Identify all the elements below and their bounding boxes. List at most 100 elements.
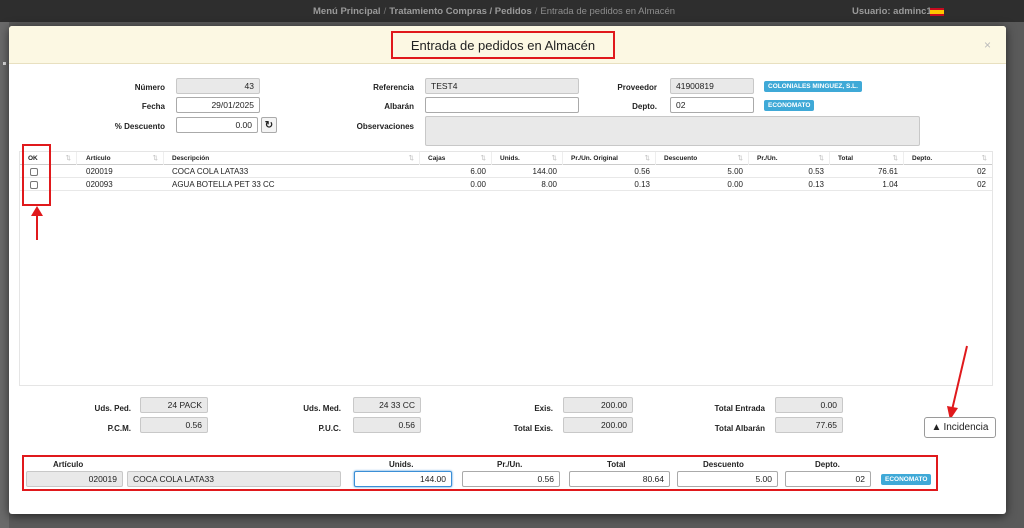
incidencia-button[interactable]: ▲ Incidencia xyxy=(924,417,996,438)
sort-icon: ⇅ xyxy=(892,155,898,162)
cell-pr-original: 0.56 xyxy=(634,167,650,176)
sort-icon: ⇅ xyxy=(644,155,650,162)
proveedor-badge: COLONIALES MINGUEZ, S.L. xyxy=(764,81,862,92)
grid-header: OK ⇅ Artículo ⇅ Descripción ⇅ Cajas ⇅ Unids.… xyxy=(20,152,992,165)
col-descripcion[interactable]: Descripción ⇅ xyxy=(164,152,420,165)
albaran-label: Albarán xyxy=(384,102,414,111)
observaciones-textarea[interactable] xyxy=(425,116,920,146)
referencia-field: TEST4 xyxy=(425,78,579,94)
referencia-label: Referencia xyxy=(373,83,414,92)
refresh-icon[interactable]: ↻ xyxy=(261,117,277,133)
sort-icon: ⇅ xyxy=(65,155,71,162)
cell-articulo: 020019 xyxy=(86,167,113,176)
spain-flag-icon[interactable] xyxy=(930,8,944,16)
modal-title: Entrada de pedidos en Almacén xyxy=(391,31,615,59)
total-entrada-field: 0.00 xyxy=(775,397,843,413)
entrada-pedidos-modal: Entrada de pedidos en Almacén × Número 4… xyxy=(9,26,1006,514)
cell-pr-un: 0.53 xyxy=(808,167,824,176)
entry-total-input[interactable]: 80.64 xyxy=(569,471,670,487)
depto-field[interactable]: 02 xyxy=(670,97,754,113)
sidebar-marker xyxy=(3,62,6,65)
puc-label: P.U.C. xyxy=(318,424,341,433)
cell-descripcion: COCA COLA LATA33 xyxy=(172,167,249,176)
cell-total: 1.04 xyxy=(882,180,898,189)
numero-field: 43 xyxy=(176,78,260,94)
cell-pr-un: 0.13 xyxy=(808,180,824,189)
cell-unids: 144.00 xyxy=(532,167,557,176)
breadcrumb-item-compras[interactable]: Tratamiento Compras / Pedidos xyxy=(389,6,532,17)
descuento-label: % Descuento xyxy=(114,122,165,131)
top-bar: Menú Principal / Tratamiento Compras / Ped… xyxy=(0,0,1024,22)
total-albaran-label: Total Albarán xyxy=(714,424,765,433)
table-row[interactable]: 020093 AGUA BOTELLA PET 33 CC 0.00 8.00 … xyxy=(20,179,992,191)
puc-field: 0.56 xyxy=(353,417,421,433)
proveedor-label: Proveedor xyxy=(617,83,657,92)
entry-descuento-label: Descuento xyxy=(703,460,744,469)
cell-depto: 02 xyxy=(977,167,986,176)
cell-pr-original: 0.13 xyxy=(634,180,650,189)
pcm-label: P.C.M. xyxy=(107,424,131,433)
depto-badge: ECONOMATO xyxy=(764,100,815,111)
entry-unids-input[interactable]: 144.00 xyxy=(354,471,452,487)
entry-articulo-label: Artículo xyxy=(53,460,84,469)
depto-label: Depto. xyxy=(632,102,657,111)
col-total[interactable]: Total ⇅ xyxy=(830,152,904,165)
fecha-field[interactable]: 29/01/2025 xyxy=(176,97,260,113)
exis-label: Exis. xyxy=(534,404,553,413)
entry-depto-badge: ECONOMATO xyxy=(881,474,932,485)
entry-unids-label: Unids. xyxy=(389,460,414,469)
cell-descuento: 5.00 xyxy=(727,167,743,176)
ok-column-highlight xyxy=(22,144,51,206)
entry-depto-input[interactable]: 02 xyxy=(785,471,871,487)
entry-prun-input[interactable]: 0.56 xyxy=(462,471,560,487)
total-exis-label: Total Exis. xyxy=(513,424,553,433)
cell-articulo: 020093 xyxy=(86,180,113,189)
table-row[interactable]: 020019 COCA COLA LATA33 6.00 144.00 0.56… xyxy=(20,166,992,178)
cell-total: 76.61 xyxy=(877,167,898,176)
sort-icon: ⇅ xyxy=(981,155,987,162)
uds-ped-field: 24 PACK xyxy=(140,397,208,413)
col-cajas[interactable]: Cajas ⇅ xyxy=(420,152,492,165)
cell-cajas: 6.00 xyxy=(470,167,486,176)
col-descuento[interactable]: Descuento ⇅ xyxy=(656,152,749,165)
cell-depto: 02 xyxy=(977,180,986,189)
entry-descuento-input[interactable]: 5.00 xyxy=(677,471,778,487)
col-articulo[interactable]: Artículo ⇅ xyxy=(78,152,164,165)
col-pr-original[interactable]: Pr./Un. Original ⇅ xyxy=(563,152,656,165)
uds-med-label: Uds. Med. xyxy=(303,404,341,413)
sort-icon: ⇅ xyxy=(152,155,158,162)
close-icon[interactable]: × xyxy=(984,38,991,52)
entry-depto-label: Depto. xyxy=(815,460,840,469)
observaciones-label: Observaciones xyxy=(356,122,414,131)
col-unids[interactable]: Unids. ⇅ xyxy=(492,152,563,165)
sort-icon: ⇅ xyxy=(737,155,743,162)
arrow-head-icon xyxy=(31,206,43,216)
total-entrada-label: Total Entrada xyxy=(714,404,765,413)
sort-icon: ⇅ xyxy=(551,155,557,162)
modal-header: Entrada de pedidos en Almacén × xyxy=(9,26,1006,64)
user-label[interactable]: Usuario: adminc1 xyxy=(852,6,932,17)
col-pr-un[interactable]: Pr./Un. ⇅ xyxy=(749,152,830,165)
entry-total-label: Total xyxy=(607,460,626,469)
lines-grid: OK ⇅ Artículo ⇅ Descripción ⇅ Cajas ⇅ Unids.… xyxy=(19,151,993,386)
breadcrumb-item-current: Entrada de pedidos en Almacén xyxy=(540,6,676,17)
albaran-field[interactable] xyxy=(425,97,579,113)
col-depto[interactable]: Depto. ⇅ xyxy=(904,152,992,165)
entry-articulo-desc: COCA COLA LATA33 xyxy=(127,471,341,487)
cell-cajas: 0.00 xyxy=(470,180,486,189)
cell-unids: 8.00 xyxy=(541,180,557,189)
uds-med-field: 24 33 CC xyxy=(353,397,421,413)
sort-icon: ⇅ xyxy=(408,155,414,162)
total-exis-field: 200.00 xyxy=(563,417,633,433)
breadcrumb-item-menu[interactable]: Menú Principal xyxy=(313,6,381,17)
warning-icon: ▲ xyxy=(931,422,942,433)
proveedor-field: 41900819 xyxy=(670,78,754,94)
pcm-field: 0.56 xyxy=(140,417,208,433)
fecha-label: Fecha xyxy=(141,102,165,111)
left-sidebar-strip xyxy=(0,22,9,528)
numero-label: Número xyxy=(134,83,165,92)
descuento-field[interactable]: 0.00 xyxy=(176,117,258,133)
total-albaran-field: 77.65 xyxy=(775,417,843,433)
cell-descuento: 0.00 xyxy=(727,180,743,189)
sort-icon: ⇅ xyxy=(480,155,486,162)
